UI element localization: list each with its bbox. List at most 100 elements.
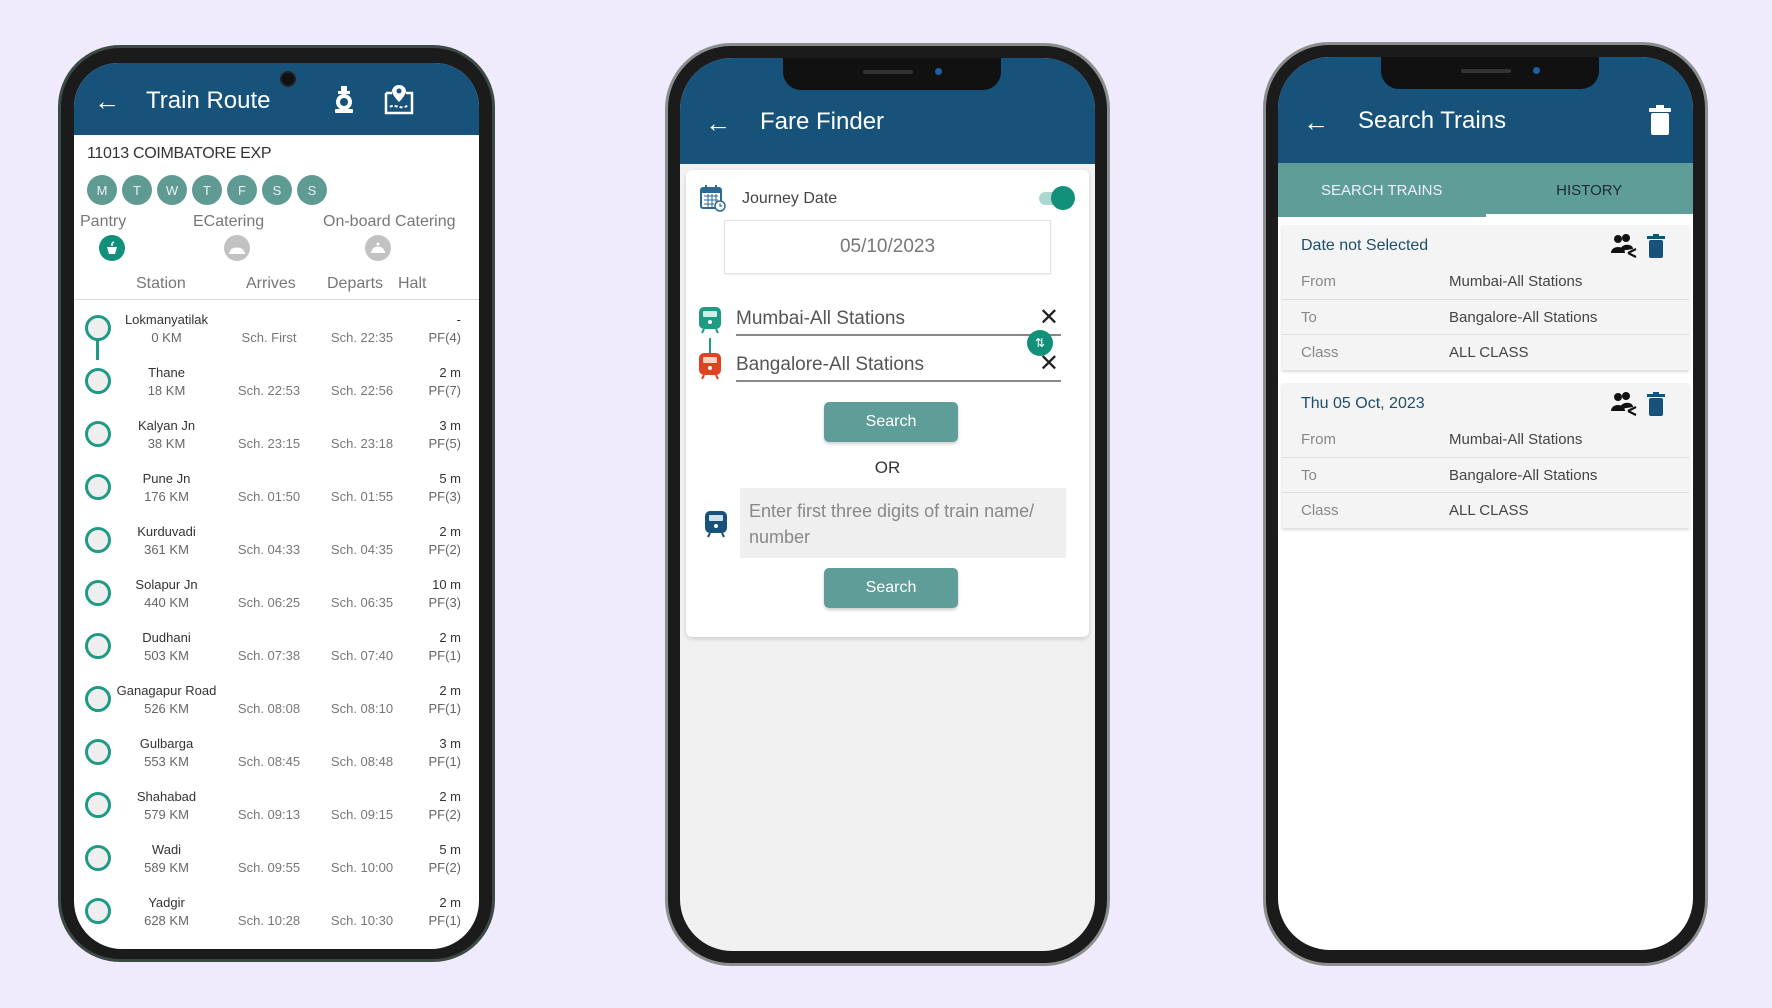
station-name: Thane	[148, 365, 185, 380]
back-arrow-icon[interactable]: ←	[1303, 109, 1329, 135]
station-row[interactable]: Shahabad 579 KM Sch. 09:13 Sch. 09:15 2 m PF(…	[74, 785, 479, 838]
station-halt: 2 m	[439, 895, 461, 910]
station-pf: PF(2)	[428, 807, 462, 822]
share-icon[interactable]	[1609, 391, 1639, 417]
app-header: ← Search Trains	[1278, 57, 1693, 163]
station-row[interactable]: Lokmanyatilak 0 KM Sch. First Sch. 22:35 - PF…	[74, 308, 479, 361]
station-arrives: Sch. First	[241, 330, 297, 345]
row-value: ALL CLASS	[1449, 502, 1529, 519]
station-node-icon	[85, 421, 111, 447]
journey-date-field[interactable]: 05/10/2023	[724, 220, 1051, 274]
station-row[interactable]: Gulbarga 553 KM Sch. 08:45 Sch. 08:48 3 m PF(…	[74, 732, 479, 785]
station-row[interactable]: Pune Jn 176 KM Sch. 01:50 Sch. 01:55 5 m PF(3…	[74, 467, 479, 520]
station-row[interactable]: Ganagapur Road 526 KM Sch. 08:08 Sch. 08:10…	[74, 679, 479, 732]
day-badge: T	[122, 175, 152, 205]
share-icon[interactable]	[1609, 233, 1639, 259]
history-row-to: To Bangalore-All Stations	[1282, 457, 1689, 492]
fare-finder-screen: ← Fare Finder Journey Date 05/10/2023 Mu…	[680, 58, 1095, 951]
row-key: To	[1301, 309, 1317, 326]
search-stations-button[interactable]: Search	[824, 402, 958, 442]
column-header-station: Station	[136, 275, 186, 292]
search-train-button[interactable]: Search	[824, 568, 958, 608]
station-arrives: Sch. 10:28	[237, 913, 301, 928]
row-value: Bangalore-All Stations	[1449, 467, 1598, 484]
day-badge: S	[262, 175, 292, 205]
station-halt: 2 m	[439, 683, 461, 698]
journey-date-label: Journey Date	[742, 190, 838, 207]
page-title: Train Route	[146, 87, 271, 114]
station-pf: PF(1)	[428, 701, 462, 716]
station-row[interactable]: Wadi 589 KM Sch. 09:55 Sch. 10:00 5 m PF(2)	[74, 838, 479, 891]
column-header-departs: Departs	[327, 275, 384, 292]
station-arrives: Sch. 23:15	[237, 436, 301, 451]
clear-to-icon[interactable]: ✕	[1039, 352, 1059, 376]
station-name: Wadi	[151, 842, 182, 857]
history-date: Thu 05 Oct, 2023	[1301, 395, 1425, 412]
fare-search-card: Journey Date 05/10/2023 Mumbai-All Stati…	[686, 170, 1089, 637]
map-pin-icon[interactable]	[382, 83, 416, 117]
station-departs: Sch. 22:56	[330, 383, 394, 398]
station-km: 628 KM	[144, 913, 189, 928]
history-row-from: From Mumbai-All Stations	[1282, 422, 1689, 457]
station-departs: Sch. 08:48	[330, 754, 394, 769]
station-node-icon	[85, 686, 111, 712]
station-node-icon	[85, 898, 111, 924]
station-row[interactable]: Thane 18 KM Sch. 22:53 Sch. 22:56 2 m PF(7)	[74, 361, 479, 414]
row-value: Mumbai-All Stations	[1449, 273, 1583, 290]
station-arrives: Sch. 01:50	[237, 489, 301, 504]
day-badge: M	[87, 175, 117, 205]
train-engine-icon[interactable]	[327, 83, 361, 117]
delete-history-icon[interactable]	[1647, 234, 1665, 258]
station-departs: Sch. 08:10	[330, 701, 394, 716]
station-name: Pune Jn	[142, 471, 191, 486]
station-node-icon	[85, 368, 111, 394]
history-item[interactable]: Thu 05 Oct, 2023 From Mumbai-All Station…	[1282, 383, 1689, 528]
station-row[interactable]: Dudhani 503 KM Sch. 07:38 Sch. 07:40 2 m PF(1…	[74, 626, 479, 679]
station-pf: PF(7)	[428, 383, 462, 398]
back-arrow-icon[interactable]: ←	[705, 110, 731, 136]
station-halt: 2 m	[439, 524, 461, 539]
station-halt: 5 m	[439, 842, 461, 857]
history-item[interactable]: Date not Selected From Mumbai-All Statio…	[1282, 225, 1689, 370]
station-node-icon	[85, 474, 111, 500]
row-key: Class	[1301, 502, 1339, 519]
train-number-icon	[705, 511, 727, 538]
phone-train-route: ← Train Route 11013 COIMBATORE EXP M T W…	[58, 45, 495, 962]
station-node-icon	[85, 845, 111, 871]
station-name: Krishna	[114, 948, 219, 949]
train-number-input[interactable]: Enter first three digits of train name/ …	[740, 488, 1066, 558]
station-arrives: Sch. 09:55	[237, 860, 301, 875]
station-pf: PF(2)	[428, 542, 462, 557]
to-station-input[interactable]: Bangalore-All Stations	[736, 354, 1061, 382]
station-arrives: Sch. 08:45	[237, 754, 301, 769]
station-pf: PF(2)	[428, 860, 462, 875]
journey-date-toggle[interactable]	[1039, 186, 1075, 210]
day-badge: T	[192, 175, 222, 205]
delete-history-icon[interactable]	[1647, 392, 1665, 416]
tab-history[interactable]: HISTORY	[1486, 163, 1694, 217]
station-name: Gulbarga	[139, 736, 194, 751]
station-km: 0 KM	[151, 330, 182, 345]
clear-from-icon[interactable]: ✕	[1039, 306, 1059, 330]
station-name: Ganagapur Road	[116, 683, 217, 698]
station-departs: Sch. 01:55	[330, 489, 394, 504]
station-node-icon	[85, 792, 111, 818]
tab-search-trains[interactable]: SEARCH TRAINS	[1278, 163, 1486, 217]
station-halt: 2 m	[439, 630, 461, 645]
tab-bar: SEARCH TRAINS HISTORY	[1278, 163, 1693, 217]
clear-history-trash-icon[interactable]	[1649, 105, 1671, 135]
back-arrow-icon[interactable]: ←	[94, 88, 120, 114]
station-row[interactable]: Kurduvadi 361 KM Sch. 04:33 Sch. 04:35 2 m PF…	[74, 520, 479, 573]
station-row[interactable]: Yadgir 628 KM Sch. 10:28 Sch. 10:30 2 m PF(1)	[74, 891, 479, 944]
station-pf: PF(1)	[428, 754, 462, 769]
station-pf: PF(5)	[428, 436, 462, 451]
station-row[interactable]: Krishna 1 m	[74, 944, 479, 949]
from-station-input[interactable]: Mumbai-All Stations	[736, 308, 1061, 336]
column-header-halt: Halt	[398, 275, 427, 292]
station-departs: Sch. 23:18	[330, 436, 394, 451]
station-km: 526 KM	[144, 701, 189, 716]
station-row[interactable]: Kalyan Jn 38 KM Sch. 23:15 Sch. 23:18 3 m PF(…	[74, 414, 479, 467]
station-row[interactable]: Solapur Jn 440 KM Sch. 06:25 Sch. 06:35 10 m…	[74, 573, 479, 626]
station-arrives: Sch. 08:08	[237, 701, 301, 716]
station-node-icon	[85, 527, 111, 553]
